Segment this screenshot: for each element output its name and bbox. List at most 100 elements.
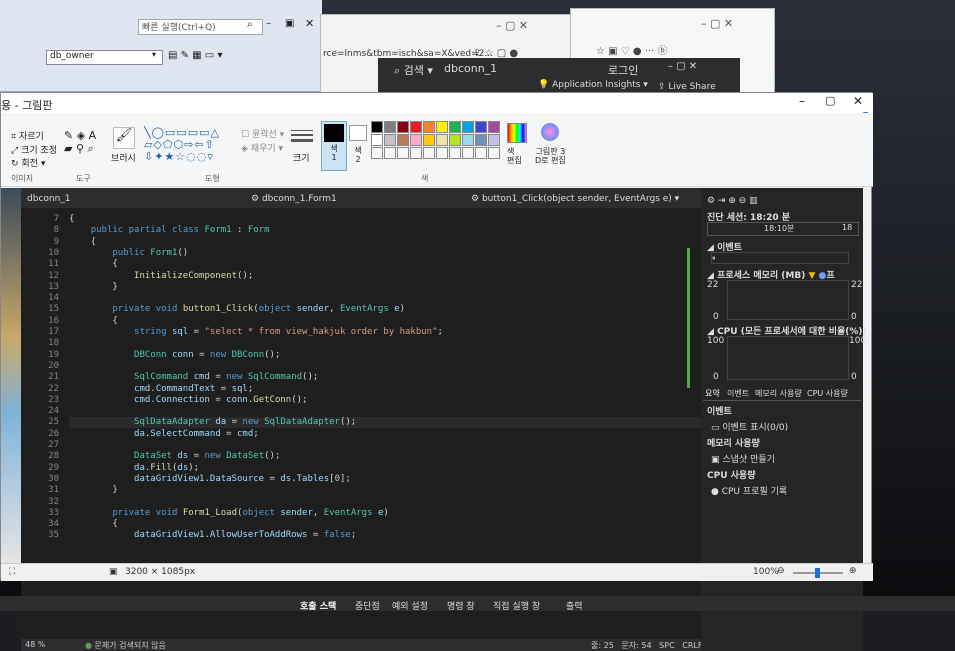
custom-color-swatch[interactable] (436, 147, 448, 159)
color-swatch[interactable] (423, 121, 435, 133)
paint3d-icon[interactable] (541, 123, 559, 141)
color-swatch[interactable] (449, 121, 461, 133)
color-swatch[interactable] (488, 134, 500, 146)
bottom-tab[interactable]: 직접 실행 창 (493, 599, 540, 612)
diagnostic-tab[interactable]: 요약 (705, 388, 720, 399)
live-share-button[interactable]: ⇪ Live Share (658, 82, 716, 92)
color-palette[interactable] (371, 121, 506, 165)
search-icon[interactable]: ⌕ (247, 19, 253, 30)
memory-graph[interactable] (727, 280, 849, 320)
paint3d-button[interactable]: 그림판 3 D로 편집 (535, 147, 566, 165)
search-label[interactable]: ⌕ 검색 ▾ (394, 62, 433, 78)
edit-colors-icon[interactable] (507, 123, 527, 143)
cpu-graph[interactable] (727, 336, 849, 380)
bottom-tab[interactable]: 중단점 (355, 599, 380, 612)
size-button[interactable]: 크기 (293, 151, 310, 164)
resize-button[interactable]: ⤢ 크기 조정 (11, 143, 57, 156)
code-line[interactable]: dataGridView1.AllowUserToAddRows = false… (69, 530, 729, 541)
code-line[interactable]: string sql = "select * from view_hakjuk … (69, 327, 729, 338)
custom-color-swatch[interactable] (410, 147, 422, 159)
color1-selector[interactable]: 색 1 (321, 121, 347, 171)
code-line[interactable]: private void button1_Click(object sender… (69, 304, 729, 315)
settings-icon[interactable]: ⚙ ⇥ ⊕ ⊖ ▥ (707, 196, 758, 206)
custom-color-swatch[interactable] (423, 147, 435, 159)
color-swatch[interactable] (436, 121, 448, 133)
code-line[interactable]: da.SelectCommand = cmd; (69, 429, 729, 440)
code-line[interactable]: public Form1() (69, 248, 729, 259)
color2-selector[interactable]: 색 2 (349, 125, 367, 169)
member-dropdown[interactable]: ⚙ button1_Click(object sender, EventArgs… (471, 194, 679, 204)
code-line[interactable]: dataGridView1.DataSource = ds.Tables[0]; (69, 474, 729, 485)
zoom-level[interactable]: 48 % (25, 640, 45, 649)
custom-color-swatch[interactable] (462, 147, 474, 159)
code-line[interactable]: private void Form1_Load(object sender, E… (69, 508, 729, 519)
fill-button[interactable]: ◈ 채우기 ▾ (241, 141, 283, 154)
outline-button[interactable]: ☐ 윤곽선 ▾ (241, 127, 284, 140)
custom-color-swatch[interactable] (371, 147, 383, 159)
color-swatch[interactable] (475, 134, 487, 146)
color-swatch[interactable] (410, 121, 422, 133)
browser-toolbar-icons[interactable]: ☆ ▣ ♡ ● ··· ⓑ (596, 42, 668, 57)
window-controls-2[interactable]: – ▢ ✕ (701, 17, 733, 30)
code-line[interactable]: public partial class Form1 : Form (69, 225, 729, 236)
code-line[interactable] (69, 293, 729, 304)
brush-icon[interactable]: 🖌 (113, 127, 135, 149)
zoom-slider-thumb[interactable] (815, 568, 820, 578)
maximize-icon[interactable]: ▣ (285, 18, 294, 29)
custom-color-swatch[interactable] (397, 147, 409, 159)
rotate-button[interactable]: ↻ 회전 ▾ (11, 156, 45, 169)
color-swatch[interactable] (384, 121, 396, 133)
project-dropdown[interactable]: dbconn_1 (27, 194, 71, 204)
code-line[interactable]: { (69, 214, 729, 225)
quick-launch-input[interactable]: 빠른 실행(Ctrl+Q) (138, 19, 263, 35)
diagnostic-tab[interactable]: 이벤트 (727, 388, 749, 399)
custom-color-swatch[interactable] (449, 147, 461, 159)
color-swatch[interactable] (371, 134, 383, 146)
code-line[interactable]: } (69, 485, 729, 496)
color-swatch[interactable] (462, 121, 474, 133)
code-line[interactable]: SqlDataAdapter da = new SqlDataAdapter()… (69, 417, 729, 429)
color-swatch[interactable] (488, 121, 500, 133)
diagnostic-tab[interactable]: 메모리 사용량 (755, 388, 802, 399)
code-line[interactable]: cmd.Connection = conn.GetConn(); (69, 395, 729, 406)
tool-icons[interactable]: ✎ ◈ A ▰ ⚲ ⌕ (64, 129, 96, 156)
custom-color-swatch[interactable] (475, 147, 487, 159)
code-line[interactable]: DataSet ds = new DataSet(); (69, 451, 729, 462)
bottom-tab[interactable]: 출력 (566, 599, 583, 612)
color-swatch[interactable] (410, 134, 422, 146)
code-line[interactable]: { (69, 316, 729, 327)
edit-colors-button[interactable]: 색 편집 (507, 147, 522, 165)
color-swatch[interactable] (462, 134, 474, 146)
code-line[interactable]: SqlCommand cmd = new SqlCommand(); (69, 372, 729, 383)
code-line[interactable]: DBConn conn = new DBConn(); (69, 350, 729, 361)
crop-button[interactable]: ⌗ 자르기 (11, 129, 44, 142)
maximize-icon[interactable]: ▢ (825, 94, 835, 107)
minimize-icon[interactable]: – (799, 94, 805, 108)
code-line[interactable]: { (69, 237, 729, 248)
code-line[interactable] (69, 361, 729, 372)
zoom-out-icon[interactable]: ⊖ (777, 566, 785, 576)
code-line[interactable]: { (69, 519, 729, 530)
vs-window-controls[interactable]: – ▢ ✕ (668, 61, 697, 72)
color-swatch[interactable] (449, 134, 461, 146)
code-line[interactable]: da.Fill(ds); (69, 463, 729, 474)
shape-gallery[interactable]: ╲◯▭▭▭▭△ ▱◇⬠⬡⇨⇦⇧ ⇩✦★☆◌◌▿ (144, 127, 220, 163)
app-insights[interactable]: 💡 Application Insights ▾ (538, 80, 648, 90)
minimize-icon[interactable]: – (266, 18, 271, 29)
color-swatch[interactable] (371, 121, 383, 133)
login-button[interactable]: 로그인 (608, 62, 638, 78)
color-swatch[interactable] (397, 121, 409, 133)
color-swatch[interactable] (397, 134, 409, 146)
code-line[interactable]: { (69, 259, 729, 270)
code-line[interactable] (69, 338, 729, 349)
color-swatch[interactable] (475, 121, 487, 133)
code-line[interactable] (69, 440, 729, 451)
timeline-ruler[interactable]: 18:10분 18 (707, 222, 859, 236)
custom-color-swatch[interactable] (488, 147, 500, 159)
issues-status[interactable]: ● 문제가 검색되지 않음 (85, 640, 166, 651)
diagnostic-tab[interactable]: CPU 사용량 (807, 388, 848, 399)
window-controls[interactable]: – ▢ ✕ (496, 19, 528, 32)
color-swatch[interactable] (384, 134, 396, 146)
bottom-tab[interactable]: 명령 창 (447, 599, 475, 612)
show-events-link[interactable]: ▭ 이벤트 표시(0/0) (711, 420, 788, 433)
